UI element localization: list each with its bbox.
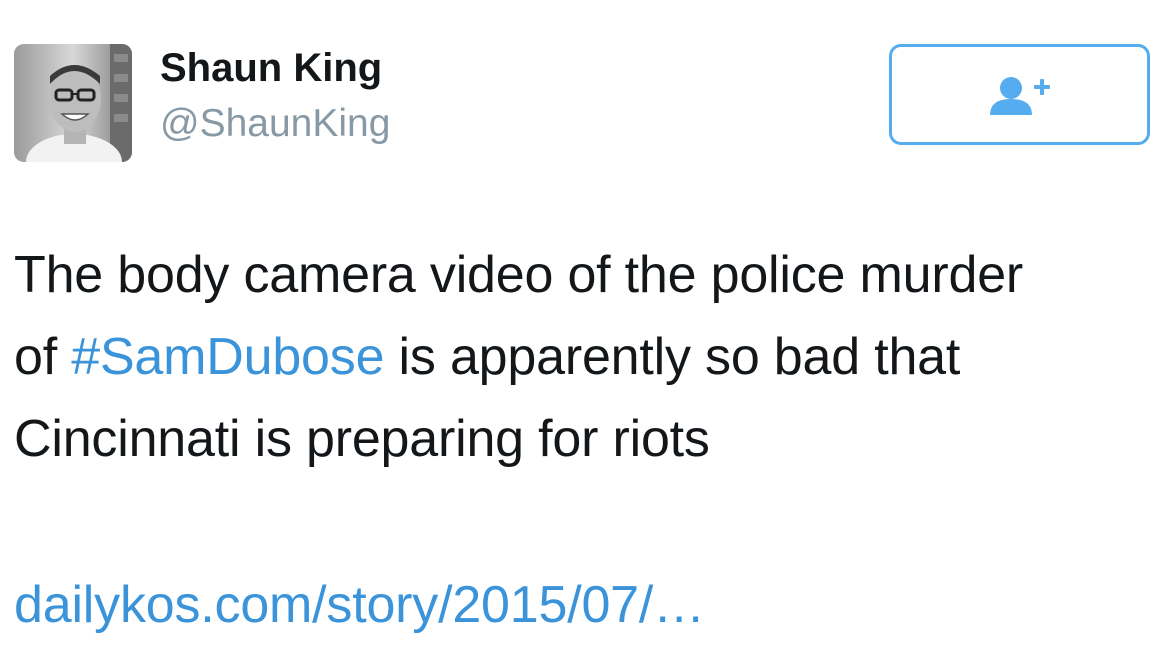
user-name[interactable]: Shaun King [160,44,382,92]
tweet-card: Shaun King @ShaunKing The body camera vi… [0,0,1172,653]
tweet-text: The body camera video of the police murd… [14,234,1154,480]
user-handle[interactable]: @ShaunKing [160,100,390,148]
tweet-text-of: of [14,328,72,386]
avatar[interactable] [14,44,132,162]
article-link[interactable]: dailykos.com/story/2015/07/… [14,570,705,640]
hashtag-link[interactable]: #SamDubose [71,328,384,386]
tweet-text-line-1: The body camera video of the police murd… [14,246,1024,304]
avatar-image [14,44,132,162]
tweet-text-line-2: is apparently so bad that [384,328,961,386]
follow-button[interactable] [889,44,1150,145]
tweet-text-line-3: Cincinnati is preparing for riots [14,410,710,468]
add-user-icon [989,76,1050,115]
